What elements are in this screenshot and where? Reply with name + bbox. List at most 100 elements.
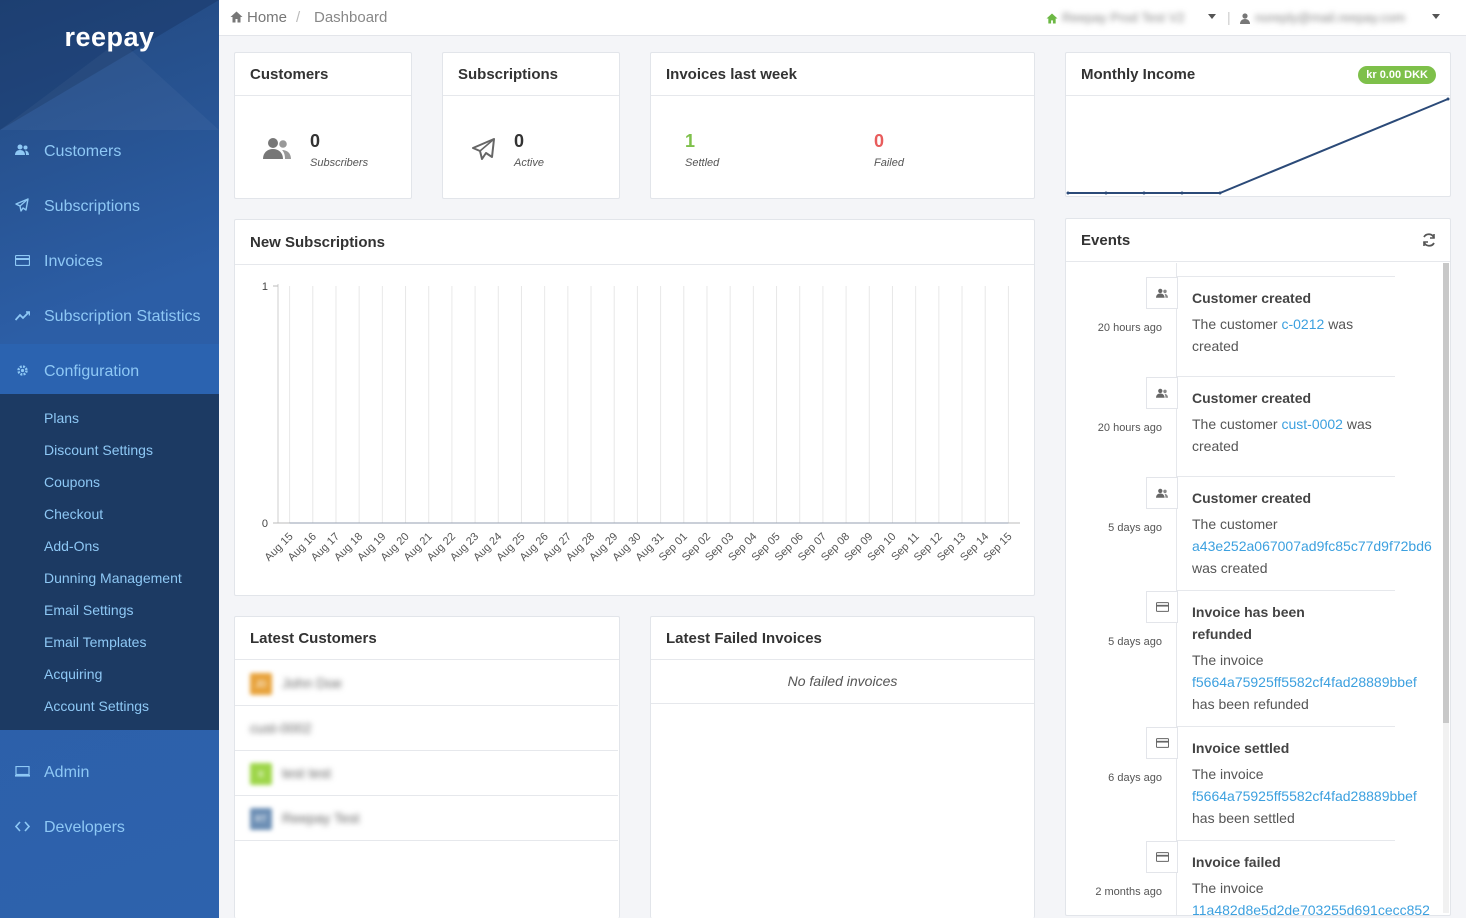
event-link[interactable]: f5664a75925ff5582cf4fad28889bbef <box>1192 674 1417 690</box>
subnav-plans[interactable]: Plans <box>44 410 79 426</box>
event-link[interactable]: f5664a75925ff5582cf4fad28889bbef <box>1192 788 1417 804</box>
no-failed-invoices-message: No failed invoices <box>651 661 1034 704</box>
income-badge: kr 0.00 DKK <box>1358 66 1436 84</box>
event-title-line: refunded <box>1192 626 1252 642</box>
subnav-add-ons[interactable]: Add-Ons <box>44 538 99 554</box>
income-point <box>1142 191 1146 195</box>
users-icon <box>0 144 44 159</box>
active-count: 0 <box>514 131 525 151</box>
event-link[interactable]: c-0212 <box>1281 316 1324 332</box>
income-point <box>1446 97 1450 101</box>
nav-label: Admin <box>44 763 90 781</box>
customer-row[interactable]: JD John Doe <box>235 661 618 706</box>
customer-name[interactable]: John Doe <box>282 675 342 691</box>
configuration-submenu: Plans Discount Settings Coupons Checkout… <box>0 394 219 730</box>
event-time: 20 hours ago <box>1097 322 1162 334</box>
event-title: Invoice settled <box>1192 737 1289 759</box>
event-text: The customer a43e252a067007ad9fc85c77d9f7… <box>1192 513 1450 579</box>
event-time: 2 months ago <box>1095 886 1162 898</box>
user-icon <box>1146 377 1178 409</box>
subnav-account-settings[interactable]: Account Settings <box>44 698 149 714</box>
y-tick-label: 0 <box>262 518 268 530</box>
event-time: 5 days ago <box>1108 522 1162 534</box>
income-point <box>1066 191 1070 195</box>
customer-name[interactable]: test test <box>282 765 331 781</box>
nav-invoices[interactable]: Invoices <box>0 234 219 289</box>
event-text-pre: The invoice <box>1192 880 1264 896</box>
user-menu[interactable]: noreply@mail.reepay.com <box>1255 10 1405 25</box>
nav-label: Developers <box>44 818 125 836</box>
income-point <box>1218 191 1222 195</box>
chevron-down-icon[interactable] <box>1432 14 1440 19</box>
event-text: The invoice f5664a75925ff5582cf4fad28889b… <box>1192 649 1450 715</box>
customers-card: Customers 0 Subscribers <box>234 52 412 199</box>
refresh-icon[interactable] <box>1422 233 1436 252</box>
nav-admin[interactable]: Admin <box>0 745 219 800</box>
nav-subscription-statistics[interactable]: Subscription Statistics <box>0 289 219 344</box>
home-icon[interactable] <box>230 10 243 27</box>
subnav-checkout[interactable]: Checkout <box>44 506 103 522</box>
subnav-email-templates[interactable]: Email Templates <box>44 634 146 650</box>
event-title: Invoice failed <box>1192 851 1281 873</box>
subnav-coupons[interactable]: Coupons <box>44 474 100 490</box>
subnav-acquiring[interactable]: Acquiring <box>44 666 102 682</box>
failed-count[interactable]: 0 <box>874 131 884 152</box>
nav-label: Customers <box>44 142 122 160</box>
invoices-last-week-card: Invoices last week 1 Settled 0 Failed <box>650 52 1035 199</box>
event-link[interactable]: a43e252a067007ad9fc85c77d9f72bd6 <box>1192 538 1432 554</box>
topbar-divider: | <box>1227 9 1231 25</box>
failed-label: Failed <box>874 157 904 169</box>
gear-icon <box>0 364 44 380</box>
card-icon <box>1146 841 1178 873</box>
event-link[interactable]: cust-0002 <box>1281 416 1342 432</box>
monthly-income-card: Monthly Income kr 0.00 DKK <box>1065 52 1451 197</box>
chevron-down-icon[interactable] <box>1208 14 1216 19</box>
customer-row[interactable]: cust-0002 <box>235 706 618 751</box>
event-title-line: Customer created <box>1192 490 1312 506</box>
subscribers-label: Subscribers <box>310 157 369 169</box>
avatar: RT <box>250 808 272 830</box>
event-text-post: was created <box>1192 560 1268 576</box>
customer-row[interactable]: tt test test <box>235 751 618 796</box>
code-icon <box>0 820 44 835</box>
event-title-line: Invoice failed <box>1192 854 1281 870</box>
user-icon <box>1146 477 1178 509</box>
trend-icon <box>0 309 44 324</box>
event-link[interactable]: 11a482d8e5d2de703255d691cecc852 <box>1192 902 1430 915</box>
monitor-icon <box>0 765 44 780</box>
breadcrumb-current: Dashboard <box>314 9 388 26</box>
card-icon <box>1146 591 1178 623</box>
subnav-dunning-management[interactable]: Dunning Management <box>44 570 182 586</box>
nav-subscriptions[interactable]: Subscriptions <box>0 179 219 234</box>
card-title: Latest Customers <box>235 617 619 660</box>
events-card: Events 20 hours ago Customer created The c… <box>1065 218 1451 916</box>
card-title: New Subscriptions <box>235 220 1034 265</box>
paper-plane-icon <box>472 138 496 165</box>
paper-plane-icon <box>0 198 44 215</box>
event-title-line: Customer created <box>1192 390 1312 406</box>
customer-name[interactable]: Reepay Test <box>282 810 360 826</box>
settled-count[interactable]: 1 <box>685 131 695 152</box>
event-text-pre: The customer <box>1192 316 1282 332</box>
event-text-pre: The customer <box>1192 516 1278 532</box>
new-subscriptions-chart: Aug 15Aug 16Aug 17Aug 18Aug 19Aug 20Aug … <box>262 281 1020 564</box>
customer-name[interactable]: cust-0002 <box>250 720 311 736</box>
nav-configuration[interactable]: Configuration <box>0 344 219 399</box>
nav-label: Configuration <box>44 362 140 380</box>
settled-label: Settled <box>685 157 720 169</box>
card-icon <box>1146 727 1178 759</box>
nav-label: Subscriptions <box>44 197 141 215</box>
event-title: Customer created <box>1192 487 1311 509</box>
breadcrumb-home[interactable]: Home <box>247 9 287 26</box>
nav-developers[interactable]: Developers <box>0 800 219 855</box>
nav-customers[interactable]: Customers <box>0 124 219 179</box>
subnav-discount-settings[interactable]: Discount Settings <box>44 442 153 458</box>
subscribers-count: 0 <box>310 131 321 151</box>
subnav-email-settings[interactable]: Email Settings <box>44 602 133 618</box>
avatar-initials: RT <box>255 814 267 824</box>
account-selector[interactable]: Reepay Prod Test V2 <box>1062 10 1185 25</box>
customer-row[interactable]: RT Reepay Test <box>235 796 618 841</box>
breadcrumb-separator: / <box>296 9 301 26</box>
logo[interactable]: reepay <box>0 22 219 53</box>
event-text-pre: The invoice <box>1192 652 1264 668</box>
